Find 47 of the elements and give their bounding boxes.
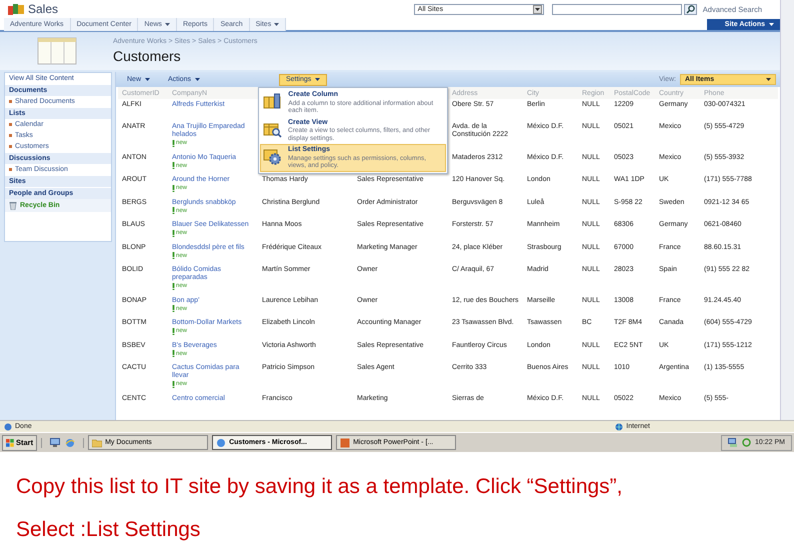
globe-icon <box>615 422 624 431</box>
caret-icon <box>769 22 774 26</box>
caret-icon <box>274 22 280 26</box>
folder-icon <box>92 438 102 448</box>
new-icon <box>172 328 175 334</box>
new-icon <box>172 252 175 259</box>
network-icon <box>728 438 738 448</box>
windows-icon <box>6 438 14 447</box>
new-icon <box>172 184 175 192</box>
caret-icon <box>194 78 200 81</box>
search-icon <box>686 4 695 14</box>
gear-icon <box>263 148 282 165</box>
table-column-icon <box>263 93 282 110</box>
presentation-icon <box>340 438 350 448</box>
instruction-text: Select :List Settings <box>16 517 202 543</box>
bullet-icon <box>9 145 12 148</box>
new-icon <box>172 140 175 146</box>
dropdown-arrow-icon <box>532 4 542 14</box>
desktop-icon <box>50 438 60 447</box>
magnifier-table-icon <box>263 120 282 138</box>
recycle-bin-icon <box>9 201 17 210</box>
new-icon <box>172 230 175 236</box>
caret-icon <box>766 78 771 81</box>
page-title: Customers <box>113 48 182 64</box>
instruction-text: Copy this list to IT site by saving it as a template. Click “Settings”, <box>16 474 624 500</box>
new-icon <box>172 282 175 290</box>
browser-icon <box>65 438 76 448</box>
caret-icon <box>164 22 170 26</box>
new-icon <box>172 305 175 312</box>
scrollbar[interactable] <box>780 0 794 420</box>
search-field[interactable] <box>552 4 682 14</box>
new-icon <box>172 162 175 169</box>
logo-icon <box>8 3 24 15</box>
bullet-icon <box>9 168 12 171</box>
new-icon <box>172 380 175 388</box>
browser-icon <box>216 438 226 448</box>
bullet-icon <box>9 134 12 137</box>
search-button[interactable] <box>684 4 697 14</box>
new-icon <box>172 350 175 357</box>
caret-icon <box>315 78 320 81</box>
list-icon <box>36 37 76 65</box>
bullet-icon <box>9 100 12 103</box>
site-title[interactable]: Sales <box>28 2 58 16</box>
bullet-icon <box>9 123 12 126</box>
new-icon <box>172 207 175 214</box>
sync-icon <box>742 438 752 448</box>
caret-icon <box>145 78 150 81</box>
